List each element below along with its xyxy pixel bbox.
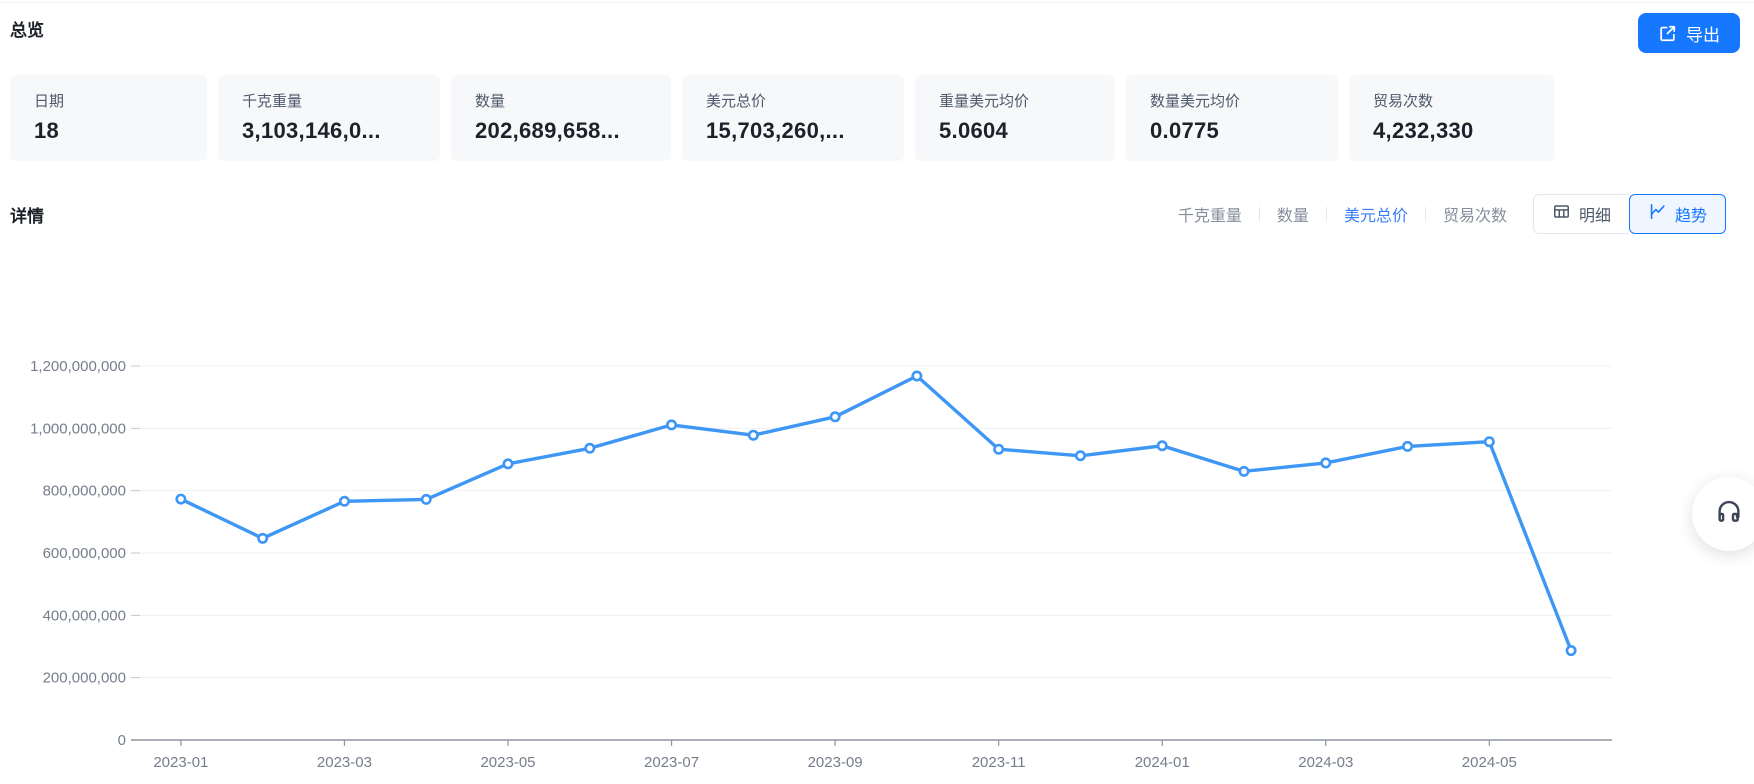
svg-text:1,200,000,000: 1,200,000,000 xyxy=(30,358,126,375)
svg-text:400,000,000: 400,000,000 xyxy=(43,607,126,624)
stat-card-usd-total: 美元总价 15,703,260,... xyxy=(682,75,904,161)
detail-view-label: 明细 xyxy=(1578,208,1611,225)
details-controls: 千克重量 数量 美元总价 贸易次数 明细 趋势 xyxy=(1178,194,1726,234)
export-button[interactable]: 导出 xyxy=(1638,13,1740,53)
stat-card-value: 0.0775 xyxy=(1150,118,1220,143)
stat-card-trade-count: 贸易次数 4,232,330 xyxy=(1349,75,1554,161)
stat-card-value: 4,232,330 xyxy=(1373,118,1474,143)
stat-card-label: 重量美元均价 xyxy=(939,93,1030,110)
stat-cards-row: 日期 18 千克重量 3,103,146,0... 数量 202,689,658… xyxy=(10,75,1554,161)
svg-text:2024-05: 2024-05 xyxy=(1462,754,1517,771)
stat-card-value: 5.0604 xyxy=(939,118,1009,143)
stat-card-label: 数量美元均价 xyxy=(1150,93,1241,110)
stat-card-label: 千克重量 xyxy=(242,93,303,110)
stat-card-value: 202,689,658... xyxy=(475,118,620,143)
stat-card-value: 3,103,146,0... xyxy=(242,118,381,143)
svg-text:800,000,000: 800,000,000 xyxy=(43,483,126,500)
view-toggle-group: 明细 趋势 xyxy=(1532,194,1726,234)
tab-usd-total[interactable]: 美元总价 xyxy=(1344,202,1408,226)
export-button-label: 导出 xyxy=(1686,25,1720,45)
export-icon xyxy=(1658,24,1677,43)
tab-quantity[interactable]: 数量 xyxy=(1277,202,1309,226)
svg-text:2024-03: 2024-03 xyxy=(1298,754,1353,771)
trend-chart-icon xyxy=(1648,202,1667,226)
svg-text:2023-03: 2023-03 xyxy=(317,754,372,771)
stat-card-date: 日期 18 xyxy=(10,75,207,161)
stat-card-label: 美元总价 xyxy=(706,93,767,110)
stat-card-kg-weight: 千克重量 3,103,146,0... xyxy=(218,75,440,161)
stat-card-usd-avg-by-quantity: 数量美元均价 0.0775 xyxy=(1126,75,1338,161)
svg-text:1,000,000,000: 1,000,000,000 xyxy=(30,420,126,437)
trend-view-button[interactable]: 趋势 xyxy=(1628,194,1726,234)
stat-card-usd-avg-by-weight: 重量美元均价 5.0604 xyxy=(915,75,1115,161)
tab-kg-weight[interactable]: 千克重量 xyxy=(1178,202,1242,226)
detail-view-button[interactable]: 明细 xyxy=(1532,194,1629,234)
svg-text:2023-07: 2023-07 xyxy=(644,754,699,771)
svg-text:0: 0 xyxy=(118,732,126,749)
stat-card-value: 18 xyxy=(34,118,60,143)
tab-divider xyxy=(1258,207,1260,221)
details-header-row: 详情 千克重量 数量 美元总价 贸易次数 明细 趋势 xyxy=(10,192,1726,236)
stat-card-label: 日期 xyxy=(34,93,65,110)
trend-chart: 0 200,000,000 400,000,000 600,000,000 800,00… xyxy=(30,358,1612,771)
metric-tabs: 千克重量 数量 美元总价 贸易次数 xyxy=(1178,202,1507,226)
svg-text:600,000,000: 600,000,000 xyxy=(43,545,126,562)
table-icon xyxy=(1552,202,1571,226)
details-title: 详情 xyxy=(10,206,44,226)
tab-divider xyxy=(1325,207,1327,221)
svg-text:2023-09: 2023-09 xyxy=(808,754,863,771)
trend-view-label: 趋势 xyxy=(1674,208,1707,225)
tab-divider xyxy=(1424,207,1426,221)
headset-icon xyxy=(1714,497,1744,532)
tab-trade-count[interactable]: 贸易次数 xyxy=(1443,202,1507,226)
svg-text:2023-05: 2023-05 xyxy=(480,754,535,771)
svg-text:200,000,000: 200,000,000 xyxy=(43,670,126,687)
stat-card-value: 15,703,260,... xyxy=(706,118,845,143)
svg-text:2024-01: 2024-01 xyxy=(1135,754,1190,771)
top-divider xyxy=(0,2,1754,3)
svg-text:2023-11: 2023-11 xyxy=(972,754,1026,771)
stat-card-quantity: 数量 202,689,658... xyxy=(451,75,671,161)
stat-card-label: 贸易次数 xyxy=(1373,93,1434,110)
page-title: 总览 xyxy=(10,21,44,40)
stat-card-label: 数量 xyxy=(475,93,506,110)
svg-text:2023-01: 2023-01 xyxy=(153,754,208,771)
